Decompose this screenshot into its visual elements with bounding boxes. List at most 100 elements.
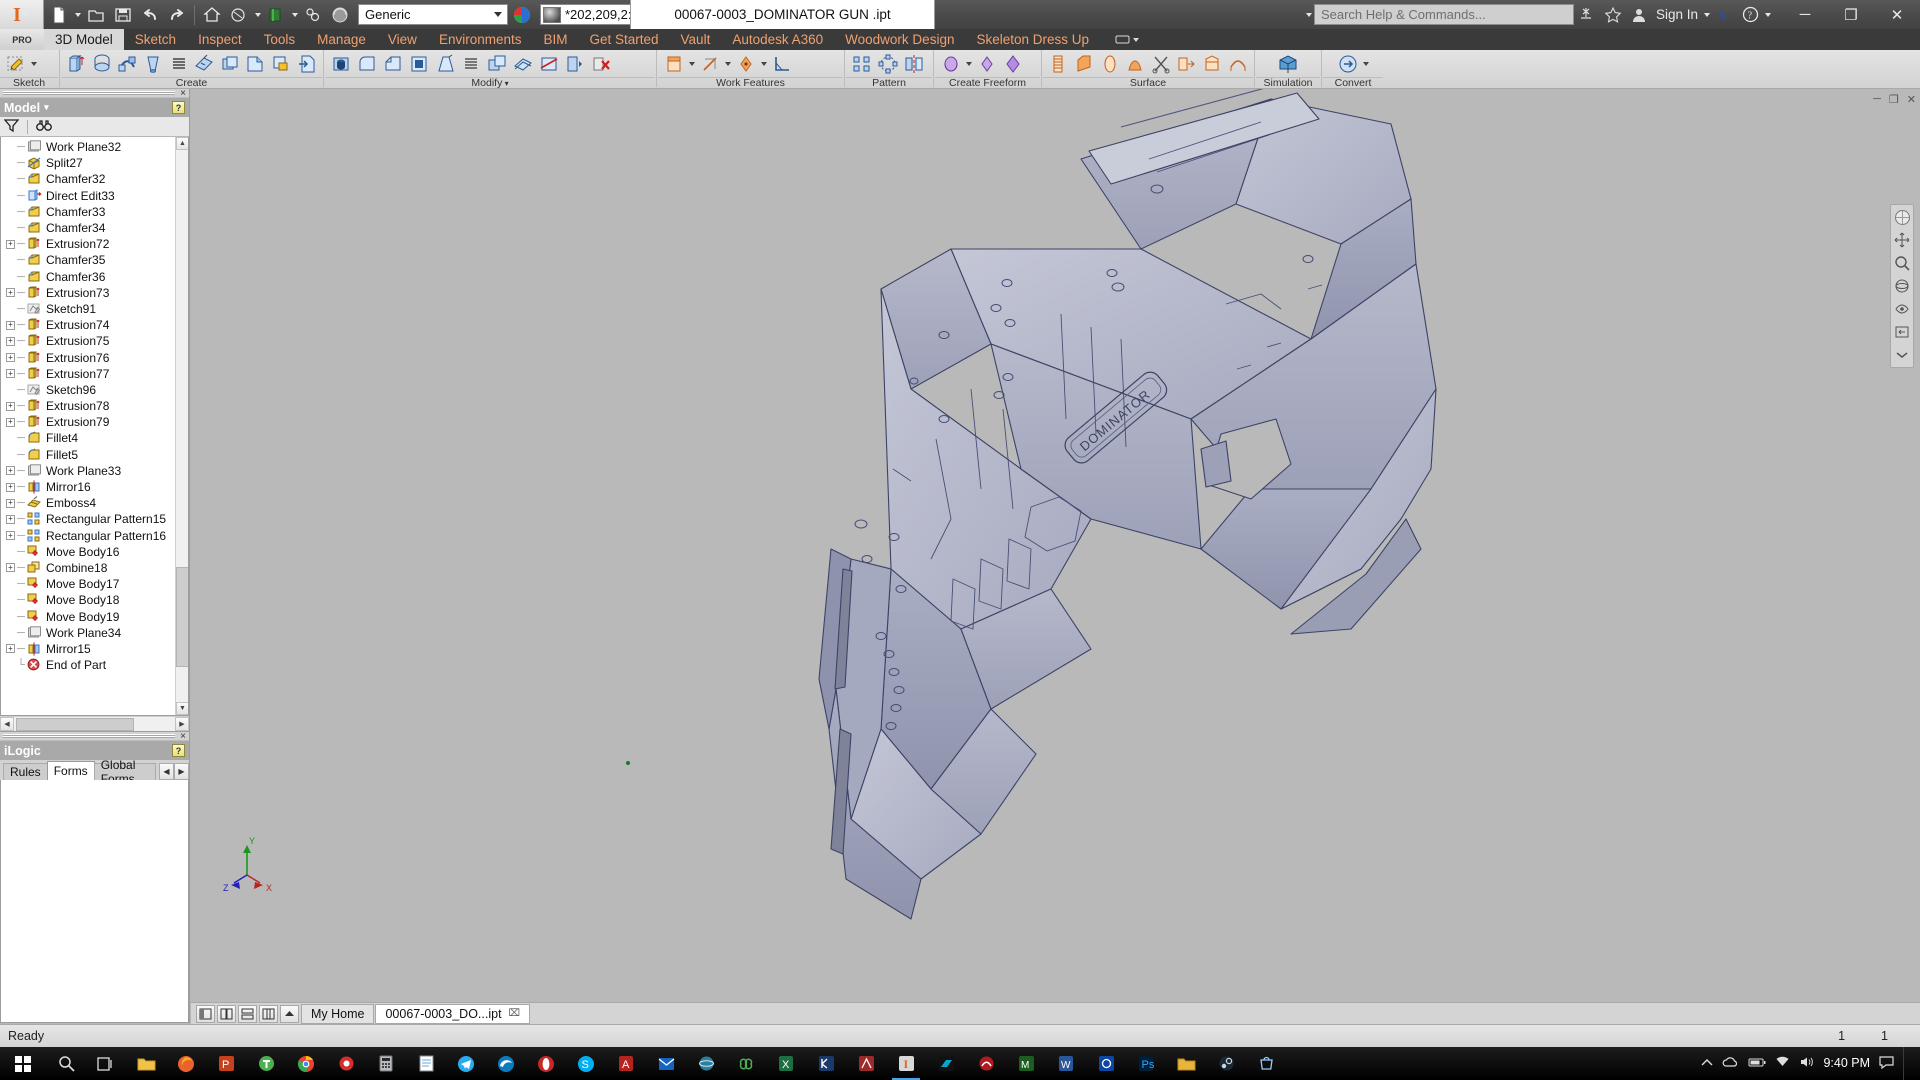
direct-edit-icon[interactable] — [562, 51, 587, 76]
restore-button[interactable]: ❐ — [1828, 0, 1874, 29]
start-button[interactable] — [0, 1047, 46, 1080]
tree-item-sketch96[interactable]: ─ Sketch96 — [5, 382, 188, 398]
work-point-chevron-icon[interactable] — [759, 51, 768, 76]
expand-toggle-icon[interactable]: + — [5, 560, 16, 576]
tab-inspect[interactable]: Inspect — [187, 29, 253, 50]
help-icon[interactable]: ? — [1737, 2, 1763, 28]
ilogic-drag-grip[interactable]: × — [0, 732, 189, 742]
surface-ruled-icon[interactable] — [1225, 51, 1250, 76]
tree-item-chamfer36[interactable]: ─ Chamfer36 — [5, 269, 188, 285]
notepad-icon[interactable] — [406, 1047, 446, 1080]
ilogic-tab-next-button[interactable]: ▶ — [174, 763, 189, 780]
browser-drag-grip[interactable]: × — [0, 89, 189, 99]
doc-tab-my-home[interactable]: My Home — [301, 1003, 375, 1024]
surface-patch-icon[interactable] — [1072, 51, 1097, 76]
word-icon[interactable]: W — [1046, 1047, 1086, 1080]
draft-icon[interactable] — [432, 51, 457, 76]
tab-view[interactable]: View — [377, 29, 428, 50]
tree-item-extrusion75[interactable]: + ─ Extrusion75 — [5, 333, 188, 349]
scroll-right-button[interactable]: ▶ — [175, 717, 189, 731]
network-icon[interactable] — [1775, 1056, 1790, 1071]
tree-item-extrusion76[interactable]: + ─ Extrusion76 — [5, 349, 188, 365]
new-file-icon[interactable] — [46, 2, 72, 28]
tree-item-extrusion78[interactable]: + ─ Extrusion78 — [5, 398, 188, 414]
ilogic-tab-forms[interactable]: Forms — [46, 761, 95, 780]
circular-pattern-icon[interactable] — [875, 51, 900, 76]
open-file-icon[interactable] — [83, 2, 109, 28]
expand-toggle-icon[interactable]: + — [5, 366, 16, 382]
battery-icon[interactable] — [1748, 1057, 1766, 1071]
tree-horizontal-scrollbar[interactable]: ◀ ▶ — [0, 716, 189, 731]
tab-sketch[interactable]: Sketch — [124, 29, 187, 50]
3dsmax-icon[interactable]: M — [1006, 1047, 1046, 1080]
autodesk-icon[interactable] — [926, 1047, 966, 1080]
expand-toggle-icon[interactable]: + — [5, 641, 16, 657]
chamfer-icon[interactable] — [380, 51, 405, 76]
parameters-icon[interactable] — [300, 2, 326, 28]
full-navigation-wheel-icon[interactable] — [1892, 208, 1912, 226]
expand-toggle-icon[interactable]: + — [5, 333, 16, 349]
work-plane-icon[interactable] — [661, 51, 686, 76]
view-tile-vertical-icon[interactable] — [238, 1004, 257, 1023]
favorites-star-icon[interactable] — [1600, 2, 1626, 28]
onedrive-icon[interactable] — [1722, 1056, 1739, 1071]
expand-toggle-icon[interactable]: + — [5, 398, 16, 414]
tree-item-move-body18[interactable]: ─ Move Body18 — [5, 592, 188, 608]
derive-icon[interactable] — [243, 51, 268, 76]
tab-3d-model[interactable]: 3D Model — [44, 29, 124, 50]
inventor-icon[interactable]: I — [886, 1047, 926, 1080]
vault-icon[interactable] — [1086, 1047, 1126, 1080]
pan-icon[interactable] — [1892, 231, 1912, 249]
folder2-icon[interactable] — [1166, 1047, 1206, 1080]
outlook-icon[interactable] — [646, 1047, 686, 1080]
expand-toggle-icon[interactable]: + — [5, 528, 16, 544]
scroll-down-button[interactable]: ▼ — [176, 702, 188, 715]
3d-viewport[interactable]: ─ ❐ ✕ DOMINATOR Y Z X — [191, 89, 1920, 1023]
utorrent-icon[interactable] — [246, 1047, 286, 1080]
expand-toggle-icon[interactable]: + — [5, 463, 16, 479]
doc-tab-close-icon[interactable]: ⌧ — [509, 1008, 521, 1019]
freeform-convert-icon[interactable] — [1000, 51, 1025, 76]
library-chevron-icon[interactable] — [290, 2, 299, 28]
thread-icon[interactable] — [458, 51, 483, 76]
steam-icon[interactable] — [1206, 1047, 1246, 1080]
sign-in-chevron-icon[interactable] — [1702, 2, 1711, 28]
a360-share-icon[interactable] — [1574, 2, 1600, 28]
scroll-left-button[interactable]: ◀ — [0, 717, 14, 731]
task-view-icon[interactable] — [86, 1047, 126, 1080]
sphere-icon[interactable] — [686, 1047, 726, 1080]
firefox-icon[interactable] — [166, 1047, 206, 1080]
browser-title-chevron-icon[interactable]: ▾ — [44, 102, 49, 113]
hscroll-thumb[interactable] — [16, 717, 134, 731]
tree-item-split27[interactable]: ─ Split27 — [5, 155, 188, 171]
tab-autodesk-a360[interactable]: Autodesk A360 — [721, 29, 834, 50]
search-input[interactable]: Search Help & Commands... — [1313, 4, 1574, 25]
look-at-icon[interactable] — [1892, 300, 1912, 318]
ilogic-tab-rules[interactable]: Rules — [3, 763, 48, 780]
tree-item-sketch91[interactable]: ─ Sketch91 — [5, 301, 188, 317]
redo-icon[interactable] — [164, 2, 190, 28]
store-icon[interactable] — [1246, 1047, 1286, 1080]
decal-icon[interactable] — [269, 51, 294, 76]
ilogic-tab-global-forms[interactable]: Global Forms — [93, 758, 156, 786]
doc-tab-dominator[interactable]: 00067-0003_DO...ipt ⌧ — [375, 1003, 531, 1024]
sweep-icon[interactable] — [115, 51, 140, 76]
tree-item-extrusion73[interactable]: + ─ Extrusion73 — [5, 285, 188, 301]
surface-extend-icon[interactable] — [1174, 51, 1199, 76]
excel-icon[interactable]: X — [766, 1047, 806, 1080]
shell-icon[interactable] — [406, 51, 431, 76]
tree-item-fillet4[interactable]: ─ Fillet4 — [5, 430, 188, 446]
save-icon[interactable] — [110, 2, 136, 28]
help-chevron-icon[interactable] — [1763, 2, 1772, 28]
tree-item-chamfer32[interactable]: ─ Chamfer32 — [5, 171, 188, 187]
rib-icon[interactable] — [218, 51, 243, 76]
tree-item-move-body17[interactable]: ─ Move Body17 — [5, 576, 188, 592]
ilogic-help-icon[interactable]: ? — [172, 744, 185, 757]
show-desktop-button[interactable] — [1903, 1047, 1912, 1080]
tree-item-mirror16[interactable]: + ─ Mirror16 — [5, 479, 188, 495]
tree-item-extrusion72[interactable]: + ─ Extrusion72 — [5, 236, 188, 252]
surface-stitch-icon[interactable] — [1097, 51, 1122, 76]
autocad-icon[interactable] — [846, 1047, 886, 1080]
infinity-icon[interactable] — [726, 1047, 766, 1080]
panel-label-modify[interactable]: Modify — [325, 77, 655, 89]
